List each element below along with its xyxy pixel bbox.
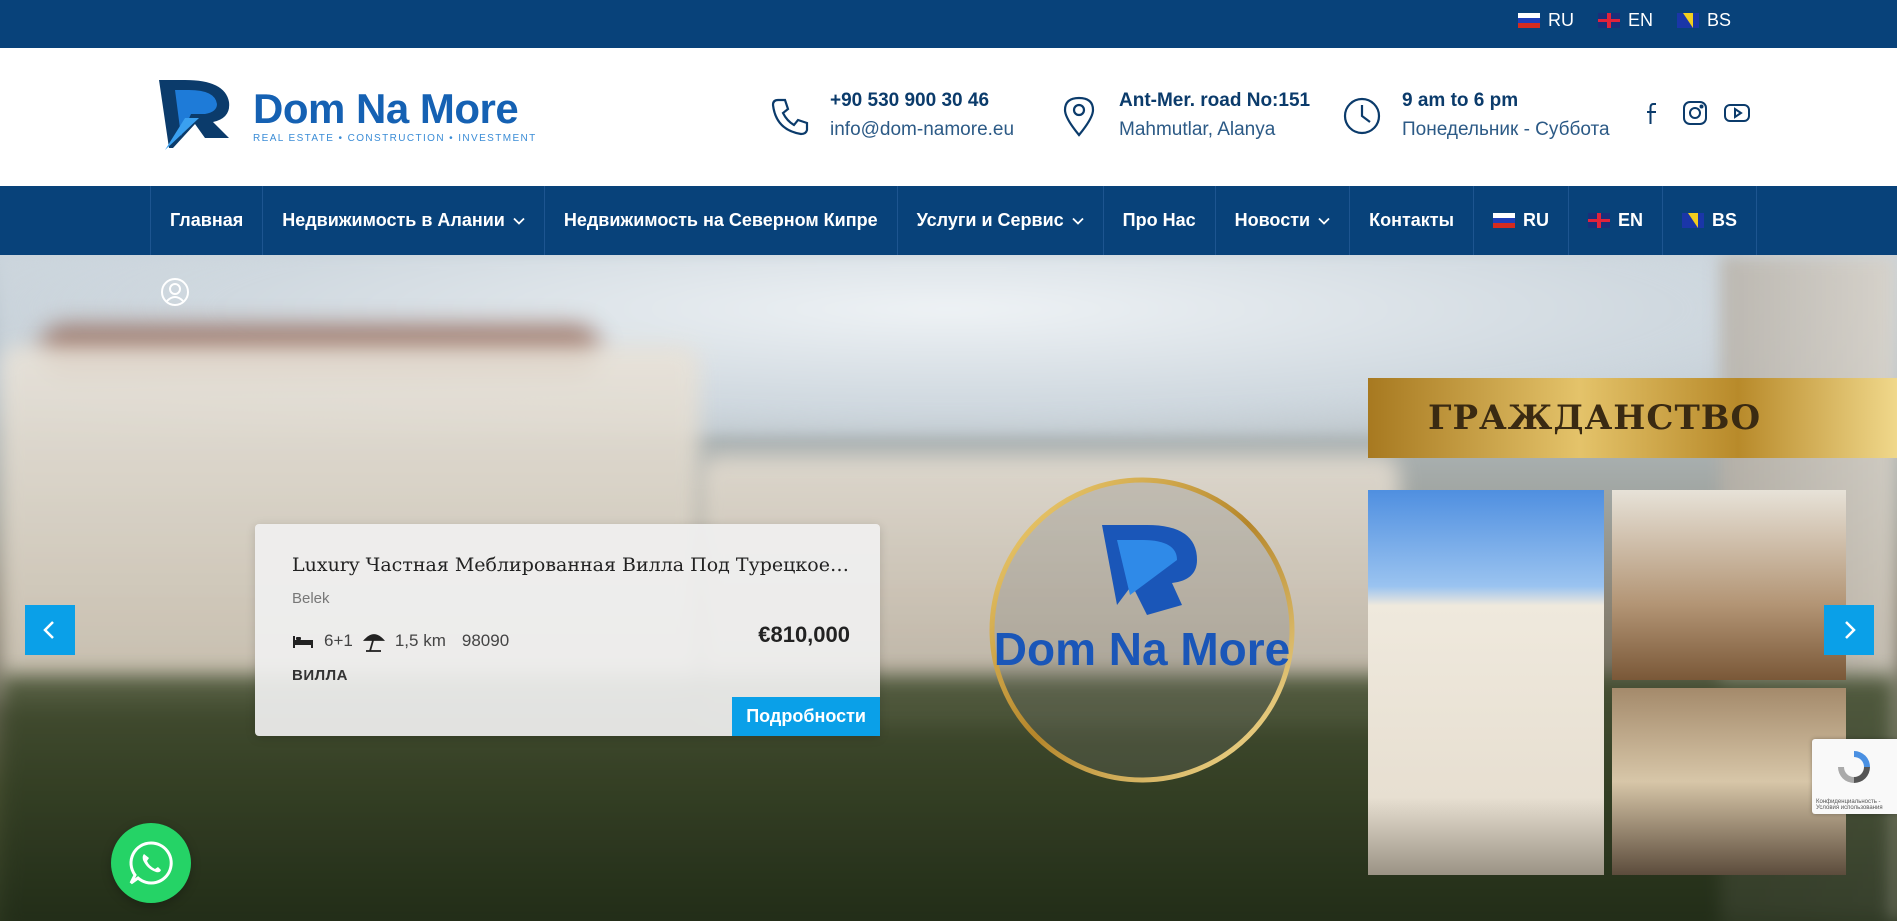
nav-item-news[interactable]: Новости	[1216, 186, 1351, 255]
circle-logo-text: Dom Na More	[994, 623, 1290, 675]
lang-bs-label: BS	[1706, 10, 1731, 30]
property-beach-distance: 1,5 km	[394, 631, 446, 650]
recaptcha-text: Конфиденциальность - Условия использован…	[1816, 799, 1883, 811]
hero-slider: Luxury Частная Меблированная Вилла Под Т…	[0, 255, 1897, 921]
nav-label: EN	[1617, 210, 1643, 230]
nav-label: Про Нас	[1122, 210, 1196, 230]
lang-bs-link[interactable]: BS	[1676, 10, 1731, 31]
contact-phone: +90 530 900 30 46 info@dom-namore.eu	[768, 88, 1014, 146]
uk-flag-icon	[1587, 213, 1610, 228]
recaptcha-icon	[1838, 751, 1870, 783]
nav-label: RU	[1522, 210, 1549, 230]
nav-item-lang-bs[interactable]: BS	[1663, 186, 1758, 255]
facebook-icon[interactable]	[1640, 100, 1666, 126]
recaptcha-badge[interactable]: Конфиденциальность - Условия использован…	[1812, 739, 1897, 814]
property-type: ВИЛЛА	[292, 667, 348, 684]
nav-label: BS	[1712, 210, 1738, 230]
logo-name: Dom Na More	[253, 84, 519, 132]
nav-label: Главная	[170, 210, 244, 230]
lang-en-link[interactable]: EN	[1597, 10, 1653, 31]
email-link[interactable]: info@dom-namore.eu	[830, 114, 1014, 146]
nav-item-about[interactable]: Про Нас	[1104, 186, 1216, 255]
lang-ru-label: RU	[1547, 10, 1574, 30]
nav-item-north-cyprus-property[interactable]: Недвижимость на Северном Кипре	[545, 186, 898, 255]
address-city: Mahmutlar, Alanya	[1119, 119, 1276, 140]
bed-icon	[293, 636, 313, 648]
nav-label: Услуги и Сервис	[916, 210, 1064, 230]
lang-en-label: EN	[1627, 10, 1653, 30]
header: Dom Na More REAL ESTATE • CONSTRUCTION •…	[0, 48, 1897, 186]
promo-photo	[1612, 490, 1846, 680]
property-features: 6+1 1,5 km 98090	[292, 630, 509, 652]
uk-flag-icon	[1597, 13, 1620, 28]
property-rooms: 6+1	[324, 631, 353, 650]
nav-item-services[interactable]: Услуги и Сервис	[898, 186, 1104, 255]
promo-banner: ГРАЖДАНСТВО	[1368, 378, 1897, 458]
address-line: Ant-Mer. road No:151	[1119, 90, 1311, 111]
promo-photo	[1368, 490, 1604, 875]
details-button[interactable]: Подробности	[732, 697, 880, 736]
nav-item-contacts[interactable]: Контакты	[1350, 186, 1474, 255]
nav-item-lang-en[interactable]: EN	[1569, 186, 1663, 255]
location-pin-icon	[1063, 96, 1095, 137]
ru-flag-icon	[1517, 13, 1540, 28]
nav-label: Новости	[1234, 210, 1311, 230]
property-location: Belek	[292, 590, 330, 607]
youtube-icon[interactable]	[1724, 100, 1750, 126]
chevron-down-icon	[1072, 217, 1084, 225]
promo-photo	[1612, 688, 1846, 875]
top-bar: RU EN BS	[0, 0, 1897, 48]
language-switcher: RU EN BS	[1517, 10, 1731, 31]
nav-label: Недвижимость в Алании	[282, 210, 505, 230]
property-price: €810,000	[758, 622, 850, 647]
property-card: Luxury Частная Меблированная Вилла Под Т…	[255, 524, 880, 736]
property-ref: 98090	[461, 631, 510, 650]
clock-icon	[1343, 97, 1381, 135]
social-links	[1640, 100, 1750, 126]
bosnia-flag-icon	[1676, 13, 1699, 28]
main-nav: Главная Недвижимость в Алании Недвижимос…	[0, 186, 1897, 255]
chevron-down-icon	[513, 217, 525, 225]
promo-title: ГРАЖДАНСТВО	[1428, 398, 1762, 438]
chevron-left-icon	[43, 621, 54, 639]
logo-mark-icon	[159, 80, 230, 150]
phone-icon	[771, 98, 809, 136]
whatsapp-button[interactable]	[111, 823, 191, 903]
property-title[interactable]: Luxury Частная Меблированная Вилла Под Т…	[292, 554, 852, 576]
nav-label: Контакты	[1369, 210, 1454, 230]
nav-item-alanya-property[interactable]: Недвижимость в Алании	[263, 186, 545, 255]
bosnia-flag-icon	[1682, 213, 1704, 228]
hours-days: Понедельник - Суббота	[1402, 119, 1610, 140]
phone-number[interactable]: +90 530 900 30 46	[830, 88, 1014, 114]
slider-next-button[interactable]	[1824, 605, 1874, 655]
logo-tagline: REAL ESTATE • CONSTRUCTION • INVESTMENT	[253, 132, 537, 144]
site-logo[interactable]: Dom Na More REAL ESTATE • CONSTRUCTION •…	[155, 78, 537, 152]
contact-address: Ant-Mer. road No:151 Mahmutlar, Alanya	[1057, 88, 1310, 146]
whatsapp-icon	[129, 841, 173, 885]
nav-item-home[interactable]: Главная	[151, 186, 264, 255]
hours-time: 9 am to 6 pm	[1402, 90, 1519, 111]
instagram-icon[interactable]	[1682, 100, 1708, 126]
ru-flag-icon	[1492, 213, 1515, 228]
chevron-right-icon	[1845, 621, 1856, 639]
beach-umbrella-icon	[362, 634, 385, 652]
user-account-icon[interactable]	[160, 277, 190, 307]
nav-item-lang-ru[interactable]: RU	[1474, 186, 1569, 255]
circle-logo: Dom Na More	[989, 477, 1295, 783]
contact-hours: 9 am to 6 pm Понедельник - Суббота	[1340, 88, 1610, 146]
nav-label: Недвижимость на Северном Кипре	[563, 210, 878, 230]
chevron-down-icon	[1318, 217, 1330, 225]
slider-prev-button[interactable]	[25, 605, 75, 655]
lang-ru-link[interactable]: RU	[1517, 10, 1574, 31]
